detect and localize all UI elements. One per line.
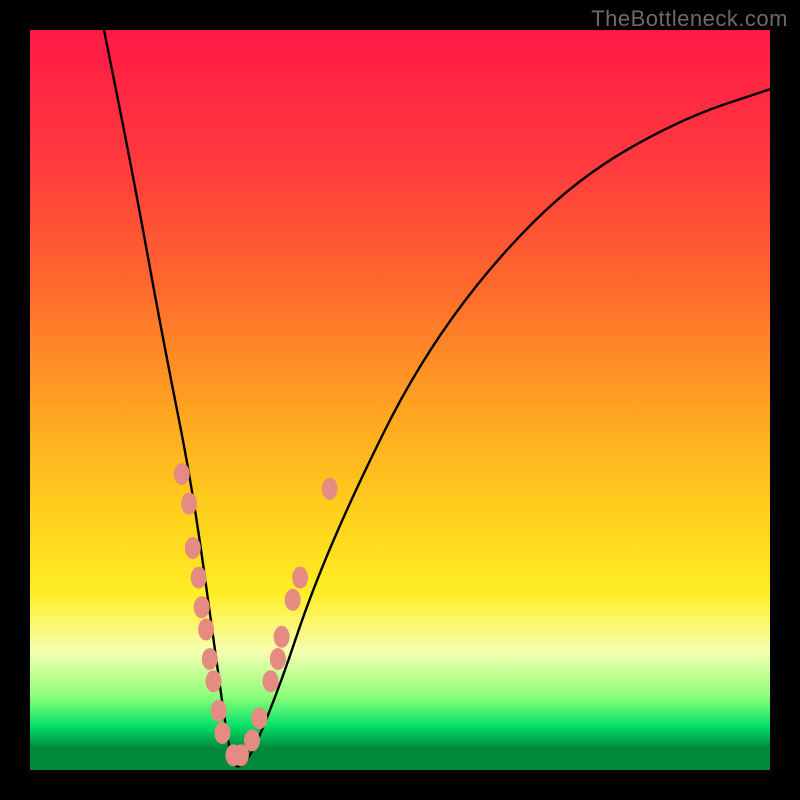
curve-marker [270, 648, 286, 670]
curve-marker [292, 567, 308, 589]
chart-root: TheBottleneck.com [0, 0, 800, 800]
curve-marker [185, 537, 201, 559]
curve-layer [30, 30, 770, 770]
plot-area [30, 30, 770, 770]
curve-marker [191, 567, 207, 589]
curve-marker [214, 722, 230, 744]
curve-marker [322, 478, 338, 500]
curve-marker [211, 700, 227, 722]
marker-group [174, 463, 338, 766]
curve-marker [202, 648, 218, 670]
curve-marker [274, 626, 290, 648]
curve-marker [251, 707, 267, 729]
watermark-text: TheBottleneck.com [591, 6, 788, 32]
curve-marker [181, 493, 197, 515]
curve-marker [174, 463, 190, 485]
curve-marker [263, 670, 279, 692]
curve-marker [285, 589, 301, 611]
curve-marker [206, 670, 222, 692]
curve-marker [194, 596, 210, 618]
curve-marker [198, 618, 214, 640]
curve-marker [244, 729, 260, 751]
